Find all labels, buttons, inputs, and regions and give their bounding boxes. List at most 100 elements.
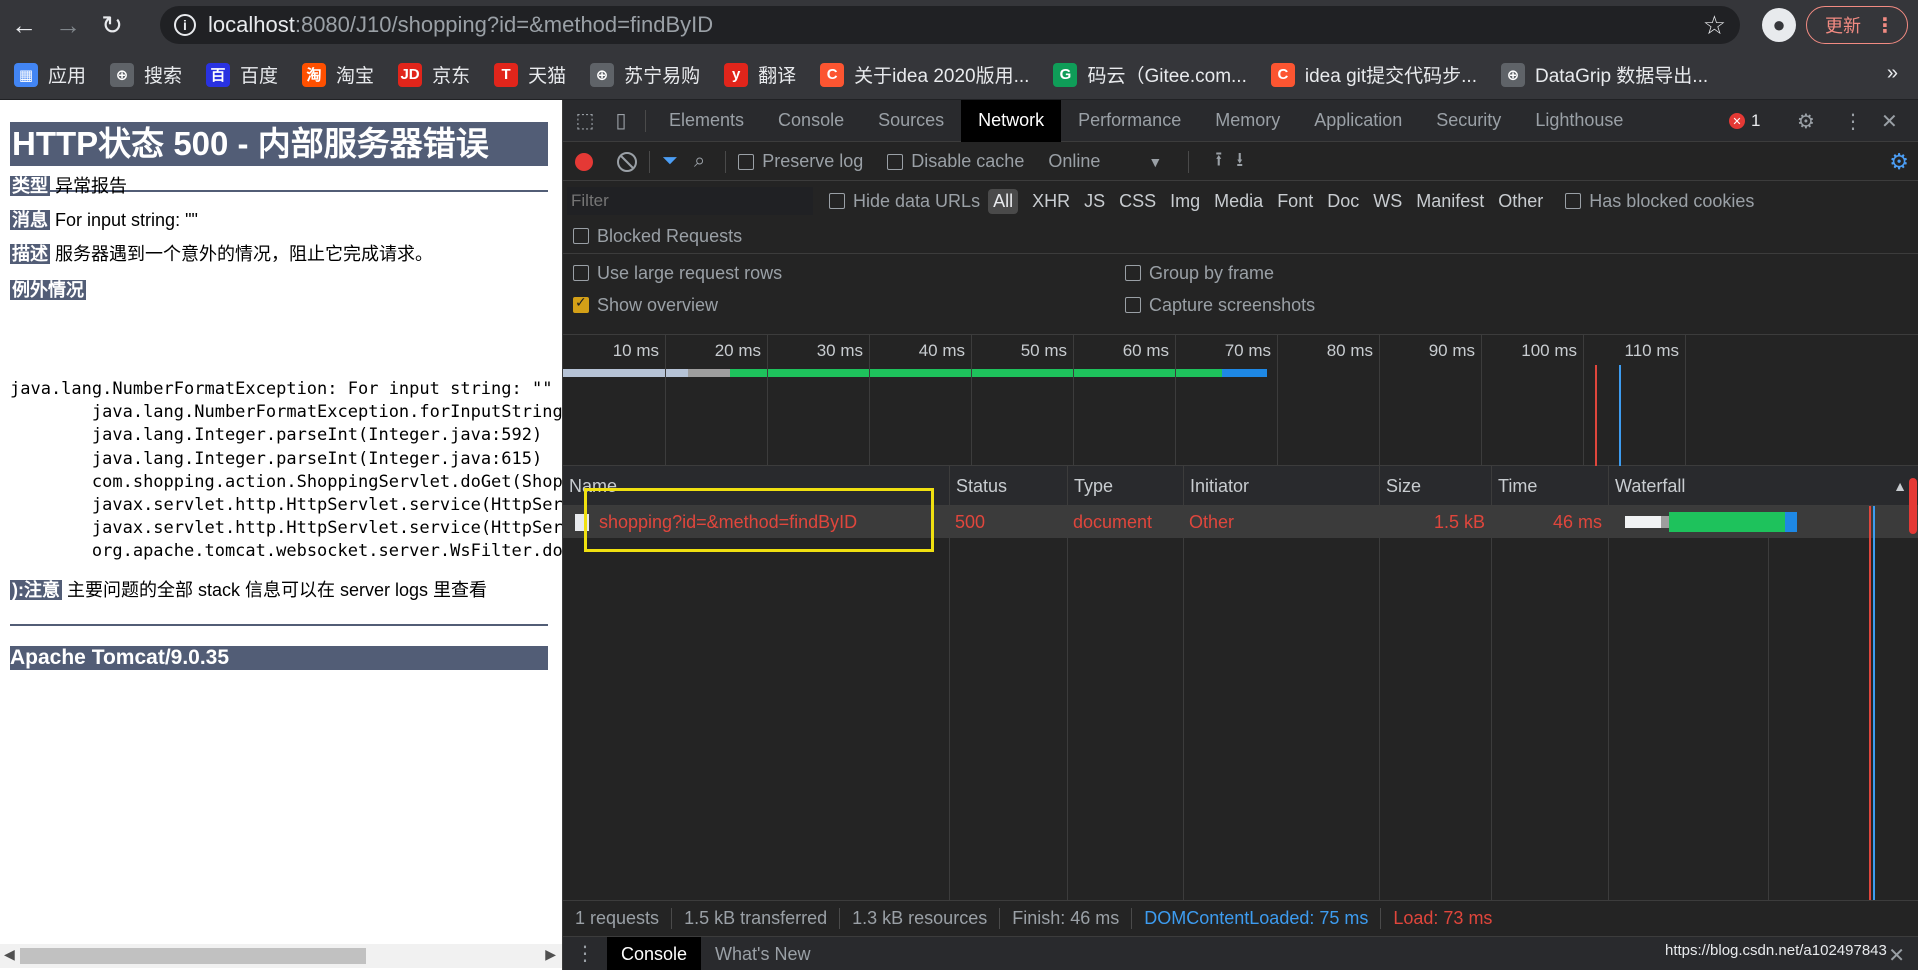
tab-network[interactable]: Network — [961, 99, 1062, 142]
device-toolbar-icon[interactable]: ▯ — [603, 100, 639, 142]
bookmark-icon: ▦ — [14, 62, 38, 87]
large-rows-row[interactable]: Use large request rows Group by frame — [563, 257, 1918, 289]
show-overview-checkbox[interactable] — [573, 294, 589, 313]
bookmark-item[interactable]: 百百度 — [206, 61, 278, 88]
show-overview-row[interactable]: Show overview Capture screenshots — [563, 289, 1918, 321]
divider — [563, 253, 1918, 254]
throttling-select[interactable]: Online ▼ — [1048, 151, 1162, 172]
bookmark-item[interactable]: ⊕ 苏宁易购 — [590, 61, 700, 88]
back-button[interactable]: ← — [4, 5, 44, 45]
tab-security[interactable]: Security — [1419, 100, 1518, 142]
inspect-element-icon[interactable]: ⬚ — [567, 100, 603, 142]
timeline-overview[interactable]: 10 ms 20 ms 30 ms 40 ms 50 ms 60 ms 70 ms 80 ms… — [563, 334, 1918, 467]
search-icon[interactable]: ⌕ — [694, 150, 705, 173]
column-type[interactable]: Type — [1067, 466, 1183, 506]
filter-type-css[interactable]: CSS — [1119, 191, 1156, 212]
bookmark-item[interactable]: y 翻译 — [724, 61, 796, 88]
bookmark-item[interactable]: ▦ 应用 — [14, 61, 86, 88]
bookmark-item[interactable]: 淘淘宝 — [302, 61, 374, 88]
bookmark-item[interactable]: ⊕ 搜索 — [110, 61, 182, 88]
column-size[interactable]: Size — [1379, 466, 1491, 506]
blocked-requests-checkbox[interactable] — [573, 228, 589, 244]
export-har-icon[interactable]: ⭳ — [1236, 145, 1243, 179]
bookmark-item[interactable]: ⊕ DataGrip 数据导出... — [1500, 61, 1708, 88]
import-har-icon[interactable]: ⭱ — [1215, 145, 1222, 179]
group-by-frame-checkbox[interactable] — [1125, 265, 1141, 281]
reload-button[interactable]: ↻ — [92, 5, 132, 45]
network-settings-icon[interactable]: ⚙ — [1889, 149, 1909, 175]
scroll-right-icon[interactable]: ▶ — [545, 946, 556, 963]
bookmarks-overflow-icon[interactable]: » — [1887, 62, 1898, 85]
close-drawer-icon[interactable]: ✕ — [1888, 943, 1905, 968]
tab-elements[interactable]: Elements — [652, 100, 761, 142]
drawer-tab-console[interactable]: Console — [607, 936, 702, 970]
bookmark-item[interactable]: JD 京东 — [398, 61, 470, 88]
filter-type-ws[interactable]: WS — [1373, 191, 1402, 212]
error-counter[interactable]: ✕ 1 — [1729, 100, 1760, 142]
preserve-log-checkbox[interactable] — [738, 153, 755, 170]
bookmark-item[interactable]: C 关于idea 2020版用... — [820, 61, 1029, 88]
filter-type-doc[interactable]: Doc — [1327, 191, 1359, 212]
bookmark-item[interactable]: Cidea git提交代码步... — [1270, 61, 1477, 88]
filter-type-img[interactable]: Img — [1170, 191, 1200, 212]
request-name[interactable]: shopping?id=&method=findByID — [599, 506, 857, 538]
preserve-log-toggle[interactable]: Preserve log — [738, 151, 863, 172]
note-row: ):注意 主要问题的全部 stack 信息可以在 server logs 里查看 — [10, 576, 487, 602]
hide-data-urls-toggle[interactable]: Hide data URLs — [829, 191, 980, 212]
request-initiator[interactable]: Other — [1189, 506, 1234, 538]
disable-cache-checkbox[interactable] — [887, 153, 904, 170]
capture-screenshots-toggle[interactable]: Capture screenshots — [1125, 295, 1315, 316]
blocked-cookies-checkbox[interactable] — [1565, 193, 1582, 209]
tab-memory[interactable]: Memory — [1198, 100, 1297, 142]
capture-screenshots-checkbox[interactable] — [1125, 297, 1141, 313]
column-divider — [949, 506, 950, 900]
filter-input[interactable] — [567, 187, 813, 215]
bookmark-item[interactable]: T 天猫 — [494, 61, 566, 88]
large-rows-label: Use large request rows — [597, 262, 783, 283]
update-button[interactable]: 更新 ⋮ — [1806, 6, 1908, 44]
settings-gear-icon[interactable]: ⚙ — [1797, 100, 1815, 142]
bookmark-star-icon[interactable]: ☆ — [1703, 10, 1726, 41]
column-name[interactable]: Name — [563, 466, 949, 506]
vertical-scrollbar[interactable] — [1909, 478, 1917, 534]
column-initiator[interactable]: Initiator — [1183, 466, 1379, 506]
filter-funnel-icon[interactable]: ⏷ — [662, 150, 678, 173]
filter-type-all[interactable]: All — [988, 188, 1019, 214]
group-by-frame-toggle[interactable]: Group by frame — [1125, 263, 1274, 284]
tab-console[interactable]: Console — [761, 100, 861, 142]
filter-type-xhr[interactable]: XHR — [1032, 191, 1070, 212]
bookmark-item[interactable]: G 码云（Gitee.com... — [1053, 61, 1247, 88]
hide-data-urls-checkbox[interactable] — [829, 193, 845, 209]
blocked-requests-row[interactable]: Blocked Requests — [563, 220, 1918, 252]
column-status[interactable]: Status — [949, 466, 1067, 506]
more-options-icon[interactable]: ⋮ — [1843, 100, 1863, 142]
tab-application[interactable]: Application — [1297, 100, 1419, 142]
filter-type-js[interactable]: JS — [1084, 191, 1105, 212]
column-time[interactable]: Time — [1491, 466, 1608, 506]
scrollbar-thumb[interactable] — [20, 948, 366, 964]
record-icon[interactable] — [575, 152, 593, 171]
profile-avatar[interactable]: ● — [1762, 8, 1796, 42]
drawer-tab-whats-new[interactable]: What's New — [701, 937, 824, 970]
clear-icon[interactable] — [617, 151, 637, 172]
tab-lighthouse[interactable]: Lighthouse — [1518, 100, 1640, 142]
large-rows-checkbox[interactable] — [573, 265, 589, 281]
filter-type-font[interactable]: Font — [1277, 191, 1313, 212]
filter-type-media[interactable]: Media — [1214, 191, 1263, 212]
drawer-menu-icon[interactable]: ⋮ — [563, 941, 607, 966]
forward-button[interactable]: → — [48, 5, 88, 45]
blocked-cookies-toggle[interactable]: Has blocked cookies — [1565, 191, 1754, 212]
filter-type-other[interactable]: Other — [1498, 191, 1543, 212]
tab-performance[interactable]: Performance — [1061, 100, 1198, 142]
info-icon[interactable]: i — [174, 14, 196, 36]
scroll-left-icon[interactable]: ◀ — [4, 946, 15, 963]
column-waterfall[interactable]: Waterfall ▲ — [1608, 466, 1918, 506]
tab-sources[interactable]: Sources — [861, 100, 961, 142]
address-bar[interactable]: i localhost:8080/J10/shopping?id=&method… — [160, 6, 1740, 44]
network-summary: 1 requests 1.5 kB transferred 1.3 kB res… — [563, 900, 1918, 936]
disable-cache-toggle[interactable]: Disable cache — [887, 151, 1024, 172]
filter-type-manifest[interactable]: Manifest — [1416, 191, 1484, 212]
table-row[interactable]: shopping?id=&method=findByID 500 documen… — [563, 506, 1918, 538]
horizontal-scrollbar[interactable]: ◀ ▶ — [0, 944, 562, 968]
close-devtools-icon[interactable]: ✕ — [1881, 100, 1898, 142]
